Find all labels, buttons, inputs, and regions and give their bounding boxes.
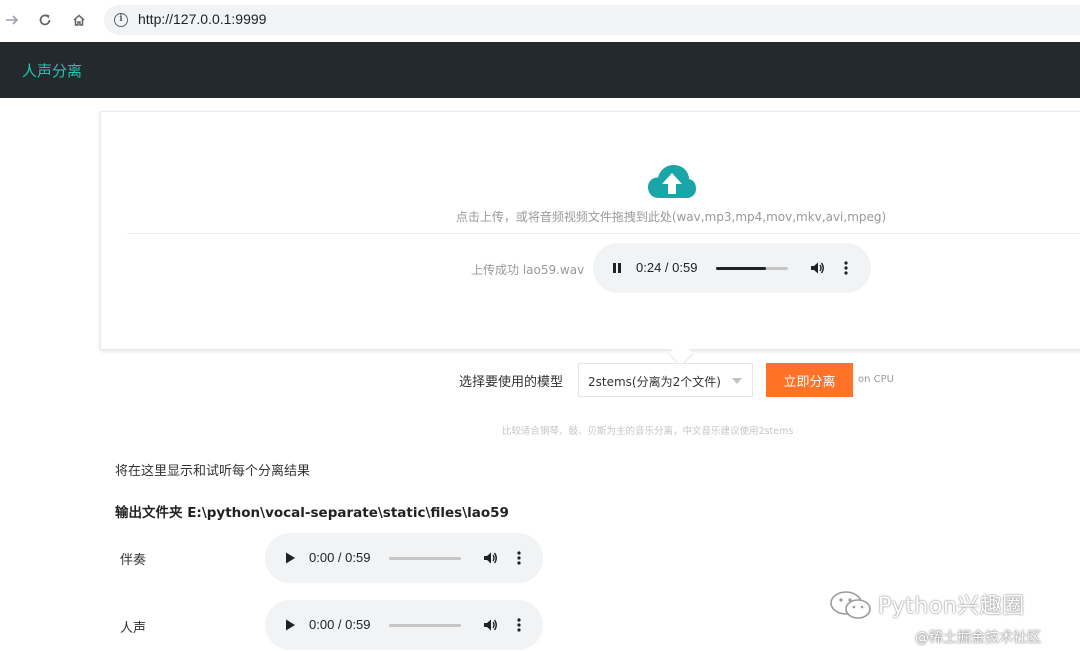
reload-button[interactable]: [33, 8, 57, 32]
model-label: 选择要使用的模型: [459, 375, 564, 390]
model-description: 比较适合钢琴、鼓、贝斯为主的音乐分离，中文音乐建议使用2stems: [502, 426, 794, 437]
play-icon: [285, 619, 295, 631]
cloud-upload-icon[interactable]: [647, 164, 697, 200]
track-label-vocals: 人声: [120, 621, 147, 636]
upload-status: 上传成功 lao59.wav: [471, 263, 585, 277]
model-select-value: 2stems(分离为2个文件): [588, 375, 721, 389]
output-folder: 输出文件夹 E:\python\vocal-separate\static\fi…: [115, 505, 509, 521]
seek-bar-fill: [716, 267, 767, 270]
playback-time: 0:00 / 0:59: [309, 550, 371, 565]
arrow-right-icon: [6, 15, 19, 25]
model-select[interactable]: 2stems(分离为2个文件): [578, 363, 753, 397]
pause-icon: [613, 263, 621, 273]
playback-time: 0:00 / 0:59: [309, 617, 371, 632]
more-vertical-icon: [517, 618, 521, 632]
seek-bar[interactable]: [389, 557, 461, 560]
home-icon: [73, 14, 85, 26]
play-icon: [285, 552, 295, 564]
track-label-accompaniment: 伴奏: [120, 553, 147, 568]
seek-bar[interactable]: [716, 267, 788, 270]
volume-icon: [484, 619, 497, 631]
forward-button[interactable]: [0, 8, 24, 32]
wechat-logo-icon: [830, 591, 871, 619]
more-options-button[interactable]: [509, 600, 529, 650]
chevron-down-icon: [732, 378, 742, 384]
app-title[interactable]: 人声分离: [22, 60, 82, 81]
play-button[interactable]: [279, 533, 301, 583]
more-options-button[interactable]: [836, 243, 856, 293]
pause-button[interactable]: [605, 243, 629, 293]
volume-icon: [484, 552, 497, 564]
divider: [127, 233, 1080, 234]
upload-dropzone[interactable]: 点击上传，或将音频视频文件拖拽到此处(wav,mp3,mp4,mov,mkv,a…: [100, 111, 1080, 350]
browser-toolbar: i http://127.0.0.1:9999: [0, 0, 1080, 42]
volume-button[interactable]: [478, 533, 502, 583]
more-vertical-icon: [517, 551, 521, 565]
more-options-button[interactable]: [509, 533, 529, 583]
uploaded-audio-player: 0:24 / 0:59: [593, 243, 871, 293]
volume-button[interactable]: [805, 243, 829, 293]
watermark-secondary: @稀土掘金技术社区: [915, 630, 1041, 646]
home-button[interactable]: [67, 8, 91, 32]
volume-icon: [811, 262, 824, 274]
more-vertical-icon: [844, 261, 848, 275]
results-hint: 将在这里显示和试听每个分离结果: [115, 464, 311, 479]
device-note: on CPU: [858, 374, 894, 385]
separate-button[interactable]: 立即分离: [766, 363, 853, 397]
playback-time: 0:24 / 0:59: [636, 260, 698, 275]
watermark-primary: Python兴趣圈: [878, 594, 1025, 619]
seek-bar[interactable]: [389, 624, 461, 627]
info-icon[interactable]: i: [114, 13, 128, 27]
play-button[interactable]: [279, 600, 301, 650]
url-text: http://127.0.0.1:9999: [138, 11, 267, 27]
volume-button[interactable]: [478, 600, 502, 650]
reload-icon: [39, 14, 51, 26]
upload-hint: 点击上传，或将音频视频文件拖拽到此处(wav,mp3,mp4,mov,mkv,a…: [455, 210, 887, 224]
address-bar[interactable]: i http://127.0.0.1:9999: [104, 5, 1080, 35]
app-header: 人声分离: [0, 42, 1080, 98]
accompaniment-audio-player: 0:00 / 0:59: [265, 533, 543, 583]
vocals-audio-player: 0:00 / 0:59: [265, 600, 543, 650]
